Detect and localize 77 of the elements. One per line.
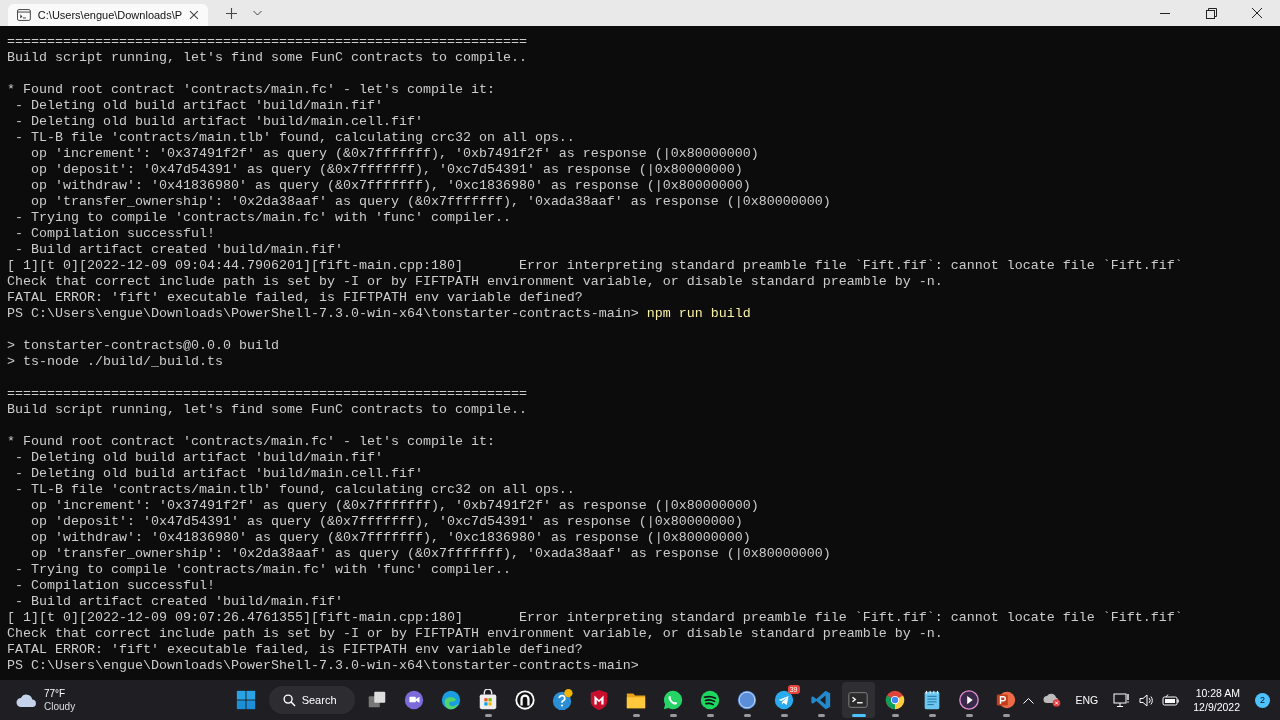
terminal-line: - Trying to compile 'contracts/main.fc' with 'func' compiler.. (14, 562, 511, 578)
terminal-line: Check that correct include path is set by -I or by FIFTPATH environment variable, or disable standard preamble by -n. (7, 274, 943, 290)
music-app-icon (699, 689, 721, 711)
terminal-line: Check that correct include path is set by -I or by FIFTPATH environment variable, or disable standard preamble by -n. (7, 626, 943, 642)
terminal-line: > ts-node ./build/_build.ts (7, 354, 223, 370)
chat-icon (403, 689, 425, 711)
close-icon[interactable] (189, 10, 199, 20)
phone-chat-icon (662, 689, 684, 711)
terminal-line: - Deleting old build artifact 'build/main.cell.fif' (14, 114, 423, 130)
help-icon (551, 689, 573, 711)
battery-icon[interactable] (1162, 694, 1181, 706)
clock-date: 12/9/2022 (1193, 700, 1240, 714)
terminal-line: op 'transfer_ownership': '0x2da38aaf' as query (&0x7fffffff), '0xada38aaf' as response (|0x80000000) (30, 194, 831, 210)
plus-icon[interactable] (226, 7, 237, 19)
terminal-line: - TL-B file 'contracts/main.tlb' found, calculating crc32 on all ops.. (14, 130, 575, 146)
search-icon (282, 693, 296, 707)
language-indicator[interactable]: ENG (1075, 694, 1099, 706)
terminal-line: - Compilation successful! (14, 226, 215, 242)
terminal-line: * Found root contract 'contracts/main.fc' - let's compile it: (7, 434, 495, 450)
terminal-line: - Deleting old build artifact 'build/main.fif' (14, 98, 383, 114)
network-icon[interactable] (1113, 692, 1131, 708)
terminal-line: op 'withdraw': '0x41836980' as query (&0x7fffffff), '0xc1836980' as response (|0x80000000) (30, 530, 751, 546)
presentation-app-icon (995, 689, 1017, 711)
store-bag-icon (477, 689, 499, 711)
terminal-line: - TL-B file 'contracts/main.tlb' found, calculating crc32 on all ops.. (14, 482, 575, 498)
start-icon (235, 689, 258, 711)
terminal-line: * Found root contract 'contracts/main.fc' - let's compile it: (7, 82, 495, 98)
shield-icon (588, 689, 610, 711)
terminal-line: FATAL ERROR: 'fift' executable failed, is FIFTPATH env variable defined? (7, 642, 583, 658)
weather-temperature: 77°F (44, 687, 67, 700)
restore-icon (1205, 7, 1217, 19)
terminal-line: ================================================================= (7, 386, 527, 402)
taskbar-app[interactable] (841, 682, 875, 718)
search-label: Search (301, 694, 337, 706)
terminal-line: FATAL ERROR: 'fift' executable failed, is FIFTPATH env variable defined? (7, 290, 583, 306)
shell-prompt: PS C:\Users\engue\Downloads\PowerShell-7.3.0-win-x64\tonstarter-contracts-main> (7, 306, 639, 322)
terminal-line: op 'withdraw': '0x41836980' as query (&0x7fffffff), '0xc1836980' as response (|0x80000000) (30, 178, 751, 194)
terminal-tab[interactable]: C:\Users\engue\Downloads\P (8, 4, 208, 26)
paper-plane-icon (773, 689, 795, 711)
cloud-icon[interactable] (16, 692, 38, 708)
code-editor-icon (810, 689, 832, 711)
terminal-icon (847, 689, 869, 711)
terminal-icon (17, 9, 31, 21)
terminal-line: Build script running, let's find some FunC contracts to compile.. (7, 50, 527, 66)
terminal-line: op 'transfer_ownership': '0x2da38aaf' as query (&0x7fffffff), '0xada38aaf' as response (|0x80000000) (30, 546, 831, 562)
speaker-icon[interactable] (1139, 693, 1154, 707)
chevron-up-icon[interactable] (1022, 696, 1034, 704)
clock[interactable]: 10:28 AM 12/9/2022 (1193, 686, 1240, 714)
terminal-line: > tonstarter-contracts@0.0.0 build (7, 338, 279, 354)
terminal-line: - Deleting old build artifact 'build/main.cell.fif' (14, 466, 423, 482)
notification-count[interactable]: 2 (1255, 692, 1270, 708)
cloud-error-icon[interactable] (1042, 693, 1061, 707)
play-button-icon (958, 689, 980, 711)
terminal-line: [ 1][t 0][2022-12-09 09:07:26.4761355][fift-main.cpp:180] Error interpreting standard preamble file `Fift.fif`: cannot locate file `Fift.fif` (7, 610, 1183, 626)
terminal-line: Build script running, let's find some FunC contracts to compile.. (7, 402, 527, 418)
terminal-line: op 'increment': '0x37491f2f' as query (&0x7fffffff), '0xb7491f2f' as response (|0x80000000) (30, 146, 759, 162)
terminal-line: op 'deposit': '0x47d54391' as query (&0x7fffffff), '0xc7d54391' as response (|0x80000000) (30, 162, 743, 178)
terminal-line: ================================================================= (7, 34, 527, 50)
browser-icon (440, 689, 462, 711)
arch-circle-icon (514, 689, 536, 711)
terminal-line: - Compilation successful! (14, 578, 215, 594)
weather-condition: Cloudy (44, 700, 76, 713)
shell-prompt: PS C:\Users\engue\Downloads\PowerShell-7.3.0-win-x64\tonstarter-contracts-main> (7, 658, 639, 674)
terminal-line: op 'deposit': '0x47d54391' as query (&0x7fffffff), '0xc7d54391' as response (|0x80000000) (30, 514, 743, 530)
search-button[interactable]: Search (268, 686, 355, 714)
terminal-line: op 'increment': '0x37491f2f' as query (&0x7fffffff), '0xb7491f2f' as response (|0x80000000) (30, 498, 759, 514)
terminal-line: - Build artifact created 'build/main.fif' (14, 594, 343, 610)
close-icon (1252, 8, 1262, 18)
terminal-line: - Deleting old build artifact 'build/main.fif' (14, 450, 383, 466)
terminal-line: - Build artifact created 'build/main.fif' (14, 242, 343, 258)
terminal-line: [ 1][t 0][2022-12-09 09:04:44.7906201][fift-main.cpp:180] Error interpreting standard preamble file `Fift.fif`: cannot locate file `Fift.fif` (7, 258, 1183, 274)
typed-command: npm run build (646, 306, 751, 322)
chrome-browser-icon (884, 689, 906, 711)
minimize-icon (1160, 12, 1170, 14)
terminal-line: - Trying to compile 'contracts/main.fc' with 'func' compiler.. (14, 210, 511, 226)
tab-title: C:\Users\engue\Downloads\P (37, 9, 183, 21)
clock-time: 10:28 AM (1195, 686, 1240, 700)
